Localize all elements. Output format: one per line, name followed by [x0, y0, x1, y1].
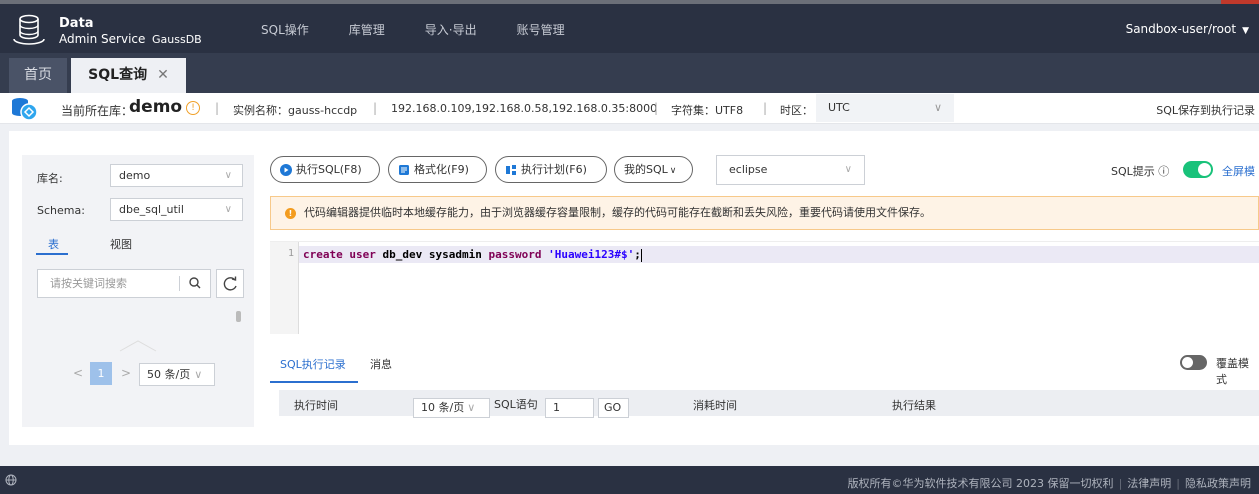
separator: |	[763, 101, 768, 115]
charset: 字符集：UTF8	[671, 104, 744, 117]
cover-mode-label: 覆盖模式	[1216, 357, 1249, 386]
caret-down-icon: ▼	[1242, 26, 1249, 36]
user-menu[interactable]: Sandbox-user/root ▼	[1126, 22, 1249, 36]
instance-hosts: 192.168.0.109,192.168.0.58,192.168.0.35:…	[391, 102, 658, 115]
tab-sql-history[interactable]: SQL执行记录	[280, 356, 346, 372]
tab-views[interactable]: 视图	[110, 236, 132, 252]
nav-sql-ops[interactable]: SQL操作	[261, 21, 309, 38]
col-result: 执行结果	[892, 399, 936, 412]
tab-tables[interactable]: 表	[48, 236, 59, 252]
page-size-select[interactable]: 50 条/页 ∨	[139, 363, 215, 386]
timezone-select[interactable]: UTC ∨	[816, 94, 954, 122]
window-corner	[1221, 0, 1259, 4]
footer: 版权所有©华为软件技术有限公司 2023 保留一切权利 | 法律声明 | 隐私政策声明	[0, 466, 1259, 494]
refresh-icon	[223, 276, 237, 291]
warning-icon: !	[285, 208, 296, 219]
globe-icon[interactable]	[5, 474, 17, 486]
close-icon[interactable]: ✕	[157, 67, 169, 83]
tab-bar: 首页 SQL查询 ✕	[0, 53, 1259, 93]
my-sql-button[interactable]: 我的SQL ∨	[614, 156, 693, 183]
explain-plan-button[interactable]: 执行计划(F6)	[495, 156, 607, 183]
info-icon[interactable]: !	[186, 101, 200, 115]
play-icon	[280, 164, 292, 176]
db-label: 库名:	[37, 172, 63, 185]
next-page-icon[interactable]: >	[121, 366, 131, 380]
current-db-label: 当前所在库：	[61, 104, 134, 118]
empty-tree-icon	[119, 340, 157, 352]
nav-db-manage[interactable]: 库管理	[349, 21, 385, 38]
instance-name: 实例名称：gauss-hccdp	[233, 104, 358, 117]
fullscreen-button[interactable]: 全屏模	[1222, 163, 1255, 179]
footer-links: 版权所有©华为软件技术有限公司 2023 保留一切权利 | 法律声明 | 隐私政策声明	[847, 477, 1251, 490]
main-nav: SQL操作 库管理 导入·导出 账号管理	[261, 21, 605, 38]
line-gutter: 1	[270, 242, 299, 334]
code-line[interactable]: create user db_dev sysadmin password 'Hu…	[299, 246, 1259, 263]
search-icon[interactable]	[188, 276, 202, 290]
history-page-size-select[interactable]: 10 条/页 ∨	[413, 398, 490, 418]
cache-warning-banner: ! 代码编辑器提供临时本地缓存能力，由于浏览器缓存容量限制，缓存的代码可能存在截…	[270, 196, 1259, 230]
line-number: 1	[288, 248, 295, 259]
refresh-button[interactable]	[216, 269, 244, 298]
object-search-input[interactable]: 请按关键词搜索	[37, 269, 211, 298]
current-page[interactable]: 1	[90, 362, 112, 385]
logo-product: GaussDB	[152, 33, 202, 46]
col-sql: SQL语句	[494, 398, 538, 411]
prev-page-icon[interactable]: <	[73, 366, 83, 380]
logo-title: Data	[59, 16, 94, 31]
separator: |	[373, 101, 378, 115]
execute-sql-button[interactable]: 执行SQL(F8)	[270, 156, 380, 183]
logo-subtitle: Admin Service	[59, 32, 146, 46]
privacy-link[interactable]: 隐私政策声明	[1185, 477, 1251, 490]
result-tabs: SQL执行记录 消息	[270, 345, 1259, 383]
plan-icon	[506, 165, 516, 175]
chevron-down-icon: ∨	[224, 204, 232, 215]
page-number-input[interactable]: 1	[545, 398, 594, 418]
chevron-down-icon: ∨	[467, 401, 476, 414]
chevron-down-icon: ∨	[933, 101, 942, 114]
schema-select[interactable]: dbe_sql_util ∨	[110, 198, 243, 221]
col-elapsed: 消耗时间	[693, 399, 737, 412]
chevron-down-icon: ∨	[194, 368, 203, 381]
active-tab-underline	[36, 253, 68, 255]
tab-home[interactable]: 首页	[9, 58, 67, 93]
tab-sql-query[interactable]: SQL查询 ✕	[71, 58, 186, 93]
chevron-down-icon: ∨	[224, 170, 232, 181]
chevron-down-icon: ∨	[669, 166, 677, 176]
tab-messages[interactable]: 消息	[370, 356, 392, 372]
scrollbar-thumb[interactable]	[236, 311, 241, 322]
format-icon	[399, 165, 409, 175]
db-select[interactable]: demo ∨	[110, 164, 243, 187]
text-cursor	[640, 248, 642, 262]
timezone-label: 时区：	[780, 104, 813, 117]
chevron-down-icon: ∨	[844, 164, 852, 175]
copyright: 版权所有©华为软件技术有限公司 2023 保留一切权利	[847, 477, 1114, 490]
active-tab-underline	[270, 381, 358, 383]
top-bar: Data Admin Service GaussDB SQL操作 库管理 导入·…	[0, 0, 1259, 53]
cover-mode-toggle[interactable]	[1180, 355, 1207, 370]
legal-link[interactable]: 法律声明	[1127, 477, 1171, 490]
save-to-history[interactable]: SQL保存到执行记录	[1156, 102, 1255, 118]
format-button[interactable]: 格式化(F9)	[388, 156, 487, 183]
separator: |	[215, 101, 220, 115]
separator: |	[654, 101, 659, 115]
database-icon	[12, 98, 38, 121]
nav-import-export[interactable]: 导入·导出	[425, 21, 477, 38]
nav-account-manage[interactable]: 账号管理	[517, 21, 565, 38]
sql-hint-toggle[interactable]	[1183, 161, 1213, 178]
sql-editor[interactable]: 1 create user db_dev sysadmin password '…	[270, 241, 1259, 334]
sql-hint-label: SQL提示 ⓘ	[1111, 165, 1170, 178]
database-logo-icon	[13, 14, 45, 45]
current-db: demo	[129, 97, 183, 117]
help-icon[interactable]: ⓘ	[1158, 165, 1169, 178]
col-exec-time: 执行时间	[294, 399, 338, 412]
go-button[interactable]: GO	[598, 398, 629, 418]
info-bar: 当前所在库： demo ! | 实例名称：gauss-hccdp | 192.1…	[0, 93, 1259, 124]
user-name: Sandbox-user/root	[1125, 22, 1237, 36]
editor-theme-select[interactable]: eclipse ∨	[716, 155, 865, 185]
schema-label: Schema:	[37, 204, 85, 217]
